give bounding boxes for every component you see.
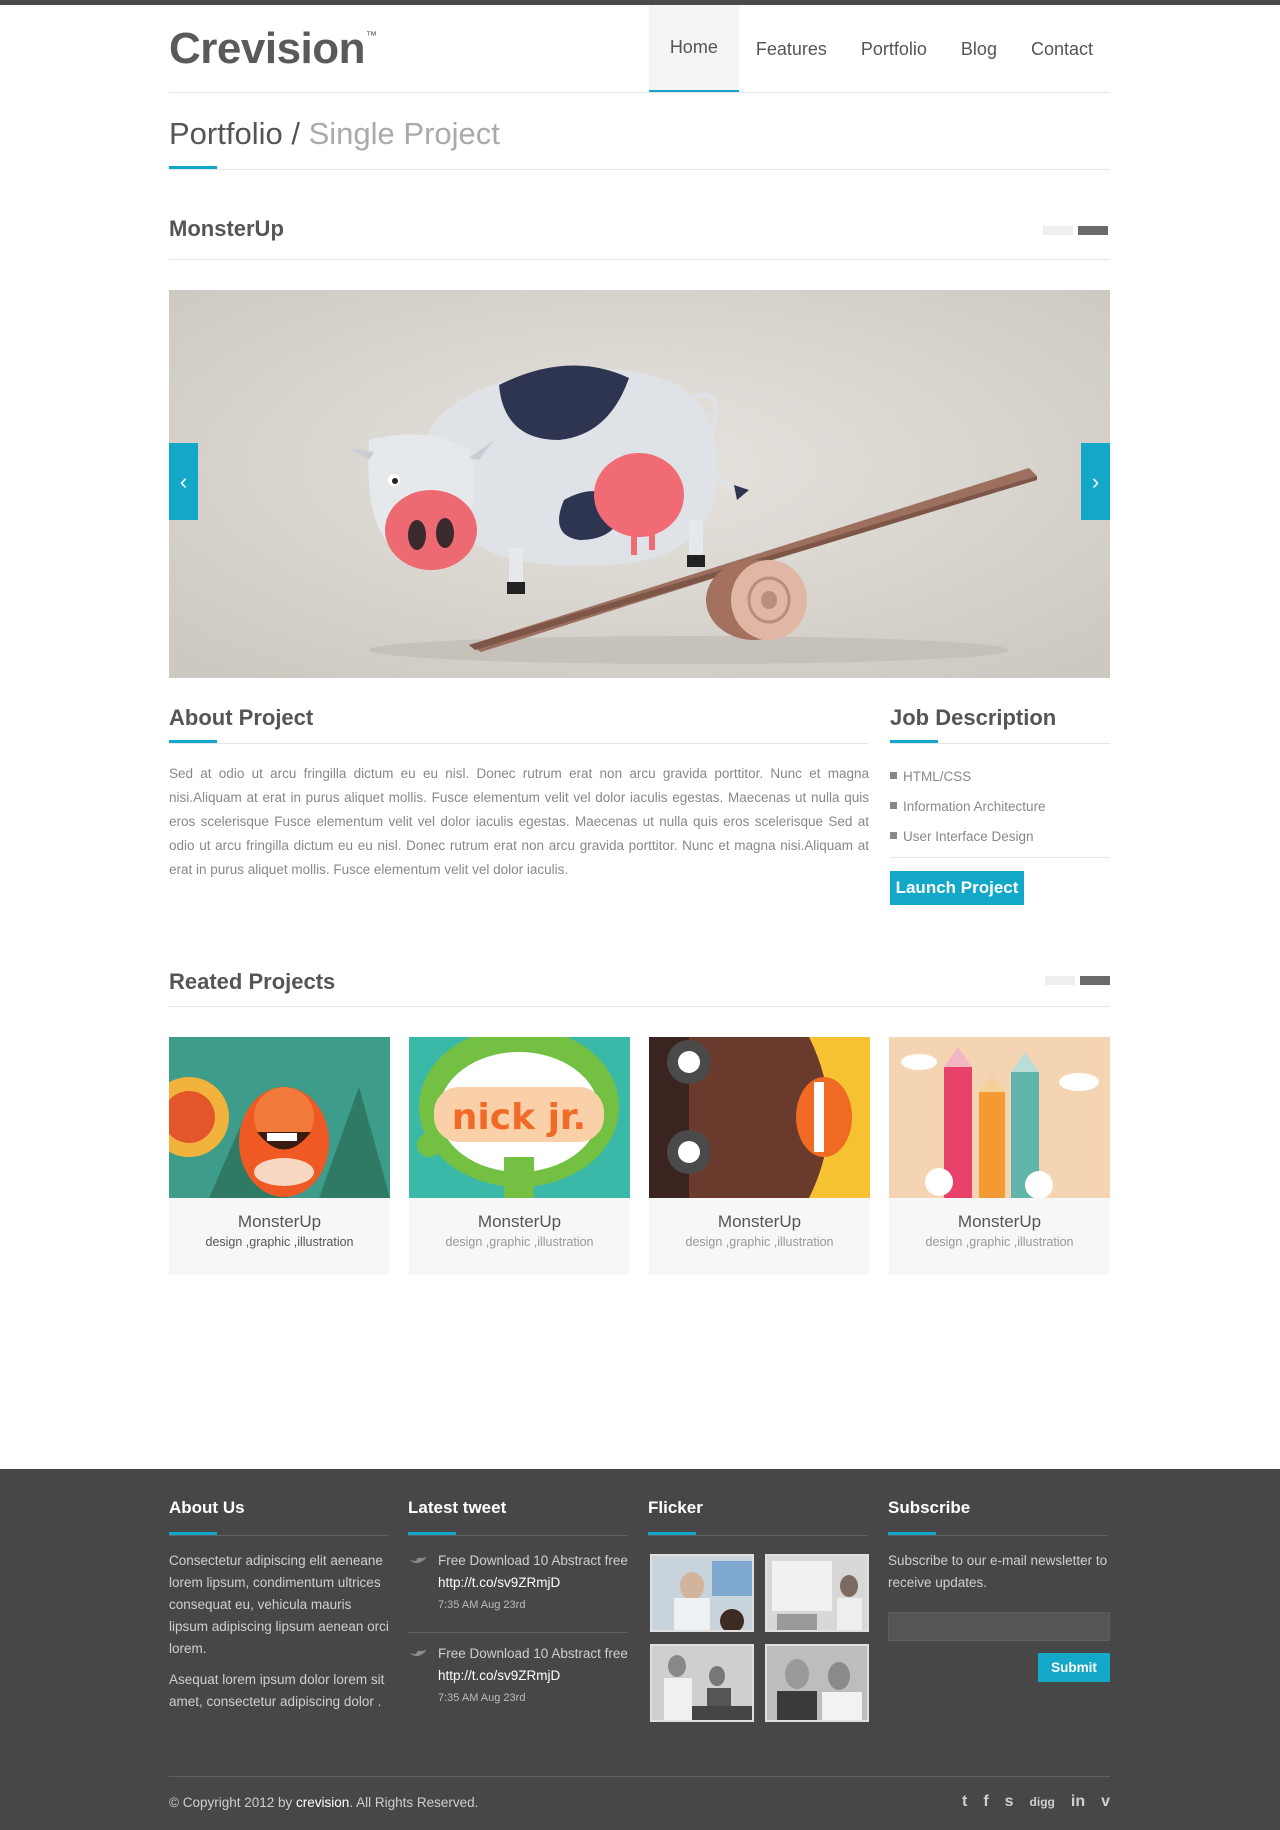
trademark-mark: ™	[366, 30, 377, 42]
nav-portfolio[interactable]: Portfolio	[844, 5, 944, 93]
footer-tweet-title: Latest tweet	[408, 1498, 507, 1517]
footer-about-title: About Us	[169, 1498, 245, 1517]
project-tags: design ,graphic ,illustration	[685, 1235, 834, 1249]
footer-flicker-divider	[648, 1535, 868, 1536]
nav-home[interactable]: Home	[648, 5, 739, 93]
breadcrumb-section[interactable]: Portfolio	[169, 116, 283, 151]
tweet-divider	[408, 1632, 628, 1633]
project-tags: design ,graphic ,illustration	[445, 1235, 594, 1249]
logo[interactable]: Crevision™	[169, 24, 377, 74]
footer-about-divider	[169, 1535, 389, 1536]
about-project-text: Sed at odio ut arcu fringilla dictum eu …	[169, 766, 869, 877]
tweet-item: Free Download 10 Abstract free http://t.…	[438, 1643, 628, 1709]
footer-flicker-title: Flicker	[648, 1498, 703, 1517]
project-thumbnail[interactable]	[169, 1037, 390, 1198]
project-name[interactable]: MonsterUp	[409, 1212, 630, 1232]
nav-contact[interactable]: Contact	[1014, 5, 1110, 93]
job-list-divider	[890, 857, 1110, 858]
slider-prev-button[interactable]: ‹	[169, 443, 198, 520]
related-projects-title: Reated Projects	[169, 969, 336, 994]
header-divider	[169, 92, 1110, 93]
related-project-card[interactable]: nick jr. MonsterUp design ,graphic ,illu…	[409, 1037, 630, 1275]
main-nav: Home Features Portfolio Blog Contact	[648, 5, 1110, 93]
breadcrumb-current: Single Project	[308, 116, 500, 151]
footer-bottom-divider	[169, 1776, 1110, 1777]
project-pager	[1043, 226, 1108, 235]
job-divider	[890, 743, 1110, 744]
breadcrumb: Portfolio / Single Project	[169, 116, 500, 151]
brand-link[interactable]: crevision	[296, 1795, 349, 1810]
job-item: HTML/CSS	[890, 762, 1046, 792]
project-name[interactable]: MonsterUp	[889, 1212, 1110, 1232]
footer-subscribe-divider	[888, 1535, 1108, 1536]
flicker-photo[interactable]	[650, 1644, 754, 1722]
tweet-time: 7:35 AM Aug 23rd	[438, 1599, 526, 1611]
email-field[interactable]	[888, 1612, 1110, 1641]
social-links: t f s digg in v	[962, 1793, 1110, 1811]
about-project-title: About Project	[169, 705, 314, 730]
linkedin-icon[interactable]: in	[1071, 1793, 1085, 1811]
cow-seesaw-illustration	[169, 290, 1110, 678]
footer-tweet-accent	[408, 1532, 456, 1535]
nav-features[interactable]: Features	[739, 5, 844, 93]
svg-text:nick jr.: nick jr.	[452, 1097, 586, 1138]
pager-dot[interactable]	[1043, 226, 1073, 235]
launch-project-button[interactable]: Launch Project	[890, 871, 1024, 905]
project-tags: design ,graphic ,illustration	[205, 1235, 354, 1249]
pager-dot-active[interactable]	[1080, 976, 1110, 985]
related-project-card[interactable]: MonsterUp design ,graphic ,illustration	[649, 1037, 870, 1275]
project-name[interactable]: MonsterUp	[649, 1212, 870, 1232]
submit-button[interactable]: Submit	[1038, 1653, 1110, 1682]
footer-subscribe-title: Subscribe	[888, 1498, 971, 1517]
footer-about-text: Consectetur adipiscing elit aeneane lore…	[169, 1553, 389, 1656]
related-divider	[169, 1006, 1110, 1007]
slider-next-button[interactable]: ›	[1081, 443, 1110, 520]
copyright: © Copyright 2012 by crevision. All Right…	[169, 1795, 479, 1810]
related-project-card[interactable]: MonsterUp design ,graphic ,illustration	[889, 1037, 1110, 1275]
flicker-photo[interactable]	[765, 1644, 869, 1722]
footer-about-accent	[169, 1532, 217, 1535]
job-accent	[890, 740, 938, 743]
breadcrumb-accent	[169, 166, 217, 169]
title-divider	[169, 259, 1110, 260]
about-divider	[169, 743, 869, 744]
tweet-link[interactable]: http://t.co/sv9ZRmjD	[438, 1572, 628, 1594]
tweet-link[interactable]: http://t.co/sv9ZRmjD	[438, 1665, 628, 1687]
project-thumbnail[interactable]	[889, 1037, 1110, 1198]
project-slider: ‹ ›	[169, 290, 1110, 678]
project-thumbnail[interactable]: nick jr.	[409, 1037, 630, 1198]
vimeo-icon[interactable]: v	[1101, 1793, 1110, 1811]
job-list: HTML/CSS Information Architecture User I…	[890, 762, 1046, 852]
footer-flicker-accent	[648, 1532, 696, 1535]
facebook-icon[interactable]: f	[983, 1793, 988, 1811]
skype-icon[interactable]: s	[1005, 1793, 1014, 1811]
footer-about-text-2: Asequat lorem ipsum dolor lorem sit amet…	[169, 1672, 385, 1709]
pager-dot[interactable]	[1045, 976, 1075, 985]
twitter-bird-icon	[410, 1557, 426, 1564]
job-item: User Interface Design	[890, 822, 1046, 852]
subscribe-text: Subscribe to our e-mail newsletter to re…	[888, 1553, 1108, 1590]
project-thumbnail[interactable]	[649, 1037, 870, 1198]
project-tags: design ,graphic ,illustration	[925, 1235, 1074, 1249]
project-name[interactable]: MonsterUp	[169, 1212, 390, 1232]
related-project-card[interactable]: MonsterUp design ,graphic ,illustration	[169, 1037, 390, 1275]
footer-subscribe-accent	[888, 1532, 936, 1535]
nav-blog[interactable]: Blog	[944, 5, 1014, 93]
project-title: MonsterUp	[169, 216, 284, 241]
breadcrumb-divider	[169, 169, 1110, 170]
tweet-item: Free Download 10 Abstract free http://t.…	[438, 1550, 628, 1616]
digg-icon[interactable]: digg	[1030, 1795, 1055, 1809]
pager-dot-active[interactable]	[1078, 226, 1108, 235]
about-accent	[169, 740, 217, 743]
job-description-title: Job Description	[890, 705, 1057, 730]
footer-tweet-divider	[408, 1535, 628, 1536]
twitter-bird-icon	[410, 1650, 426, 1657]
flicker-photo[interactable]	[650, 1554, 754, 1632]
twitter-icon[interactable]: t	[962, 1793, 967, 1811]
flicker-photo[interactable]	[765, 1554, 869, 1632]
job-item: Information Architecture	[890, 792, 1046, 822]
related-pager	[1045, 976, 1110, 985]
tweet-time: 7:35 AM Aug 23rd	[438, 1692, 526, 1704]
